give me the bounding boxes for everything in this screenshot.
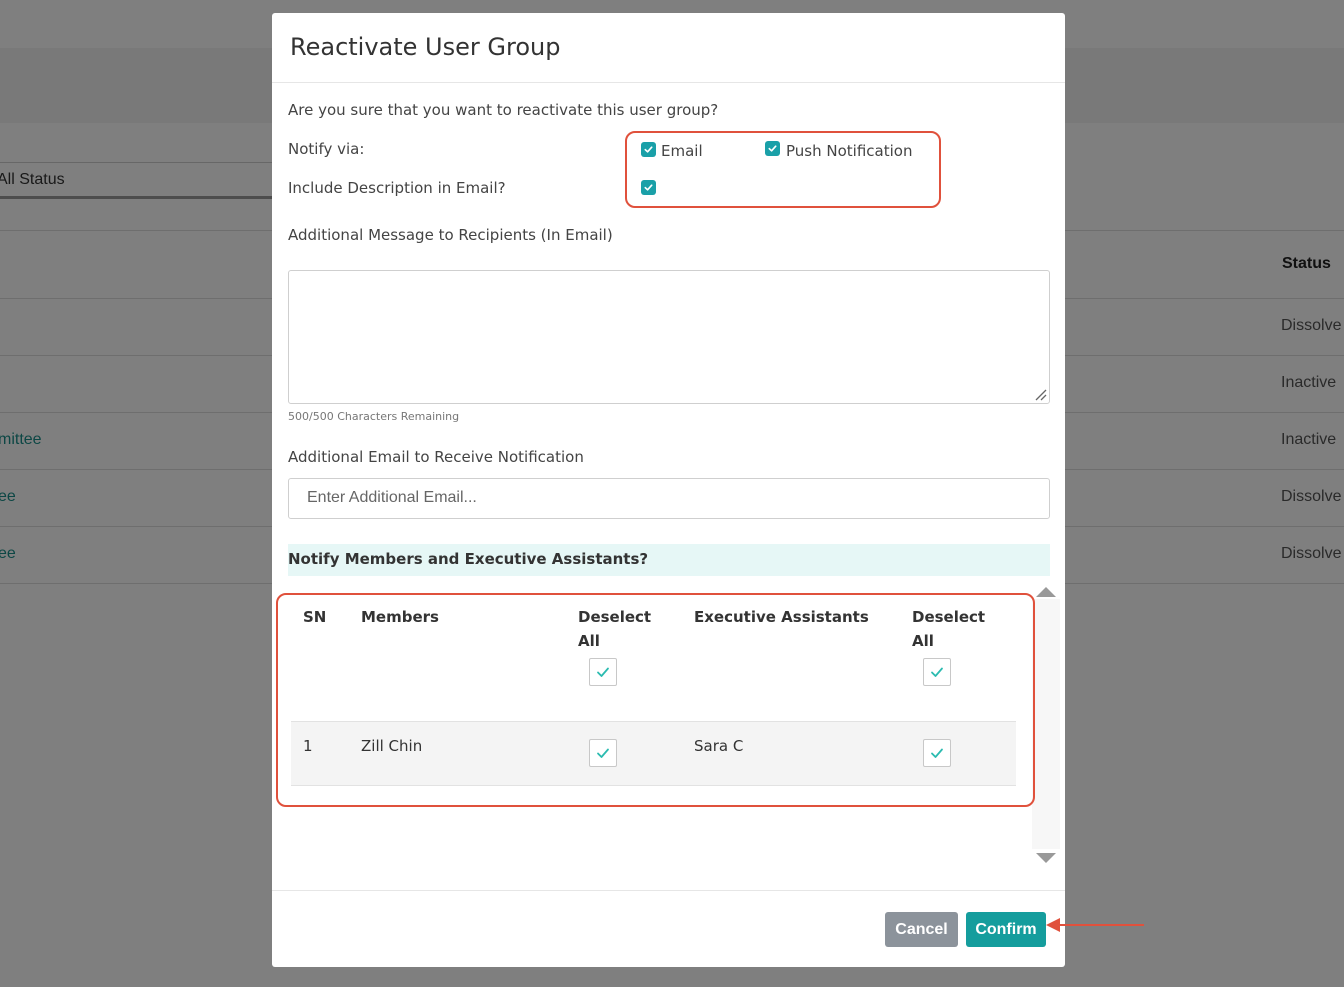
- notify-members-section: Notify Members and Executive Assistants?: [288, 544, 1050, 576]
- additional-email-input[interactable]: Enter Additional Email...: [288, 478, 1050, 519]
- email-checkbox[interactable]: [641, 142, 656, 157]
- check-icon: [768, 145, 777, 152]
- check-icon: [644, 146, 653, 153]
- push-notification-checkbox-label: Push Notification: [786, 142, 913, 160]
- include-description-checkbox[interactable]: [641, 180, 656, 195]
- modal-footer-divider: [272, 890, 1065, 891]
- cancel-button[interactable]: Cancel: [885, 912, 958, 947]
- additional-message-textarea[interactable]: [288, 270, 1050, 404]
- scroll-down-arrow-icon[interactable]: [1036, 853, 1056, 863]
- annotation-arrow-icon: [1046, 918, 1060, 932]
- push-notification-checkbox[interactable]: [765, 141, 780, 156]
- additional-email-placeholder: Enter Additional Email...: [307, 489, 477, 506]
- reactivate-user-group-dialog: Reactivate User Group Are you sure that …: [272, 13, 1065, 967]
- members-table-highlight: [276, 593, 1035, 807]
- modal-header: Reactivate User Group: [272, 13, 1065, 83]
- modal-title: Reactivate User Group: [290, 33, 561, 61]
- annotation-arrow-line: [1060, 924, 1144, 926]
- notify-via-label: Notify via:: [288, 140, 365, 158]
- confirmation-question: Are you sure that you want to reactivate…: [288, 101, 719, 119]
- include-description-label: Include Description in Email?: [288, 179, 506, 197]
- check-icon: [644, 184, 653, 191]
- resize-grip-icon[interactable]: [1033, 387, 1047, 401]
- table-scrollbar-track[interactable]: [1032, 599, 1060, 849]
- notify-members-label: Notify Members and Executive Assistants?: [288, 550, 649, 568]
- characters-remaining: 500/500 Characters Remaining: [288, 410, 460, 423]
- email-checkbox-label: Email: [661, 142, 703, 160]
- additional-message-label: Additional Message to Recipients (In Ema…: [288, 226, 613, 244]
- additional-email-label: Additional Email to Receive Notification: [288, 448, 584, 466]
- confirm-button[interactable]: Confirm: [966, 912, 1046, 947]
- scroll-up-arrow-icon[interactable]: [1036, 587, 1056, 597]
